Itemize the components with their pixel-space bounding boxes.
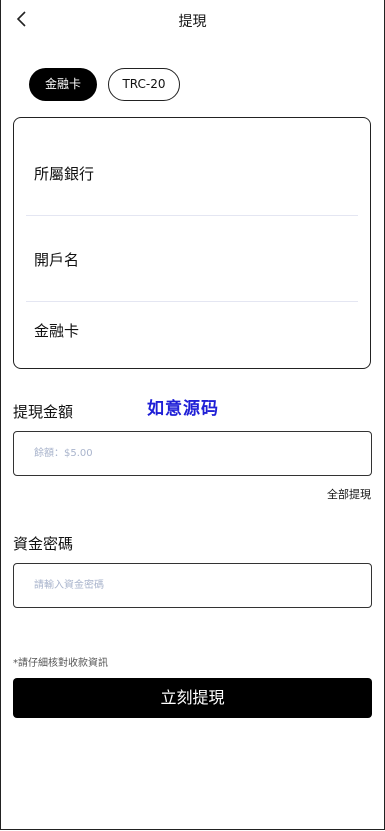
card-number-field[interactable]: 金融卡 [34, 320, 79, 341]
fund-password-input[interactable] [14, 564, 371, 607]
amount-input-box [13, 431, 372, 476]
divider [26, 215, 358, 216]
bank-name-field[interactable]: 所屬銀行 [34, 163, 94, 184]
divider [26, 301, 358, 302]
amount-input[interactable] [14, 432, 371, 475]
watermark-text: 如意源码 [147, 399, 219, 419]
fund-password-label: 資金密碼 [13, 535, 74, 553]
bank-info-card: 所屬銀行 開戶名 金融卡 [13, 117, 371, 369]
page-title: 提現 [178, 14, 207, 30]
amount-label: 提現金額 [13, 403, 74, 421]
withdraw-all-link[interactable]: 全部提現 [327, 486, 371, 502]
fund-password-input-box [13, 563, 372, 608]
account-name-field[interactable]: 開戶名 [34, 249, 79, 270]
verify-notice: *請仔細核對收款資訊 [13, 658, 108, 669]
header: 提現 [0, 0, 385, 42]
submit-withdraw-button[interactable]: 立刻提現 [13, 678, 372, 718]
tab-trc20[interactable]: TRC-20 [108, 68, 180, 101]
tab-bank-card[interactable]: 金融卡 [29, 68, 97, 101]
